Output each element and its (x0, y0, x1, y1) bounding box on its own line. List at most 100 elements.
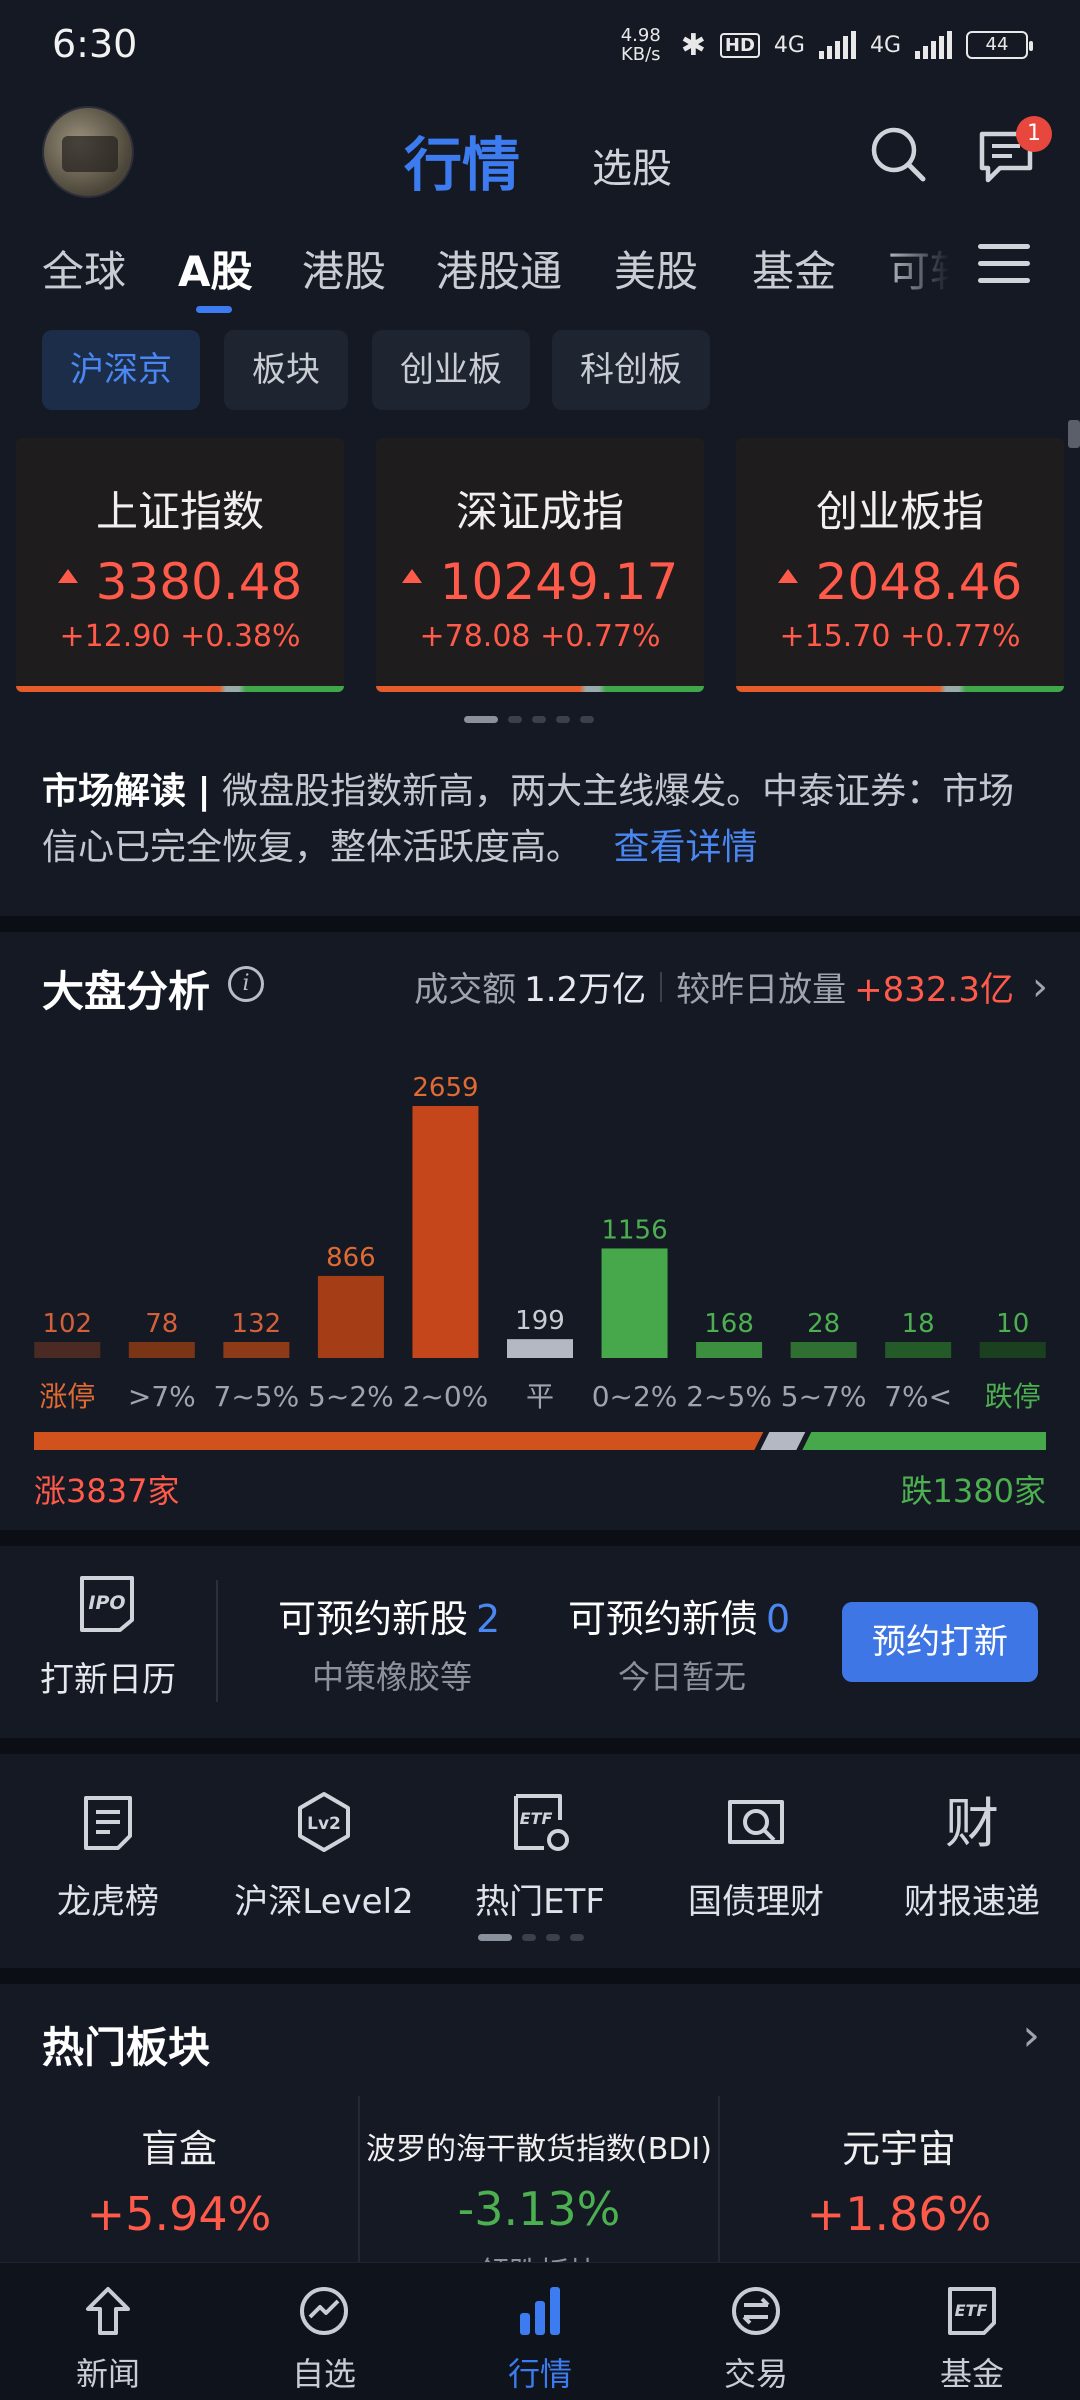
up-arrow-icon (57, 568, 78, 583)
report-icon: 财 (945, 1792, 999, 1855)
index-card-chinext[interactable]: 创业板指 2048.46 +15.70 +0.77% (736, 438, 1064, 692)
tab-stock-picker-header[interactable]: 选股 (592, 136, 672, 194)
bar-value-label: 18 (902, 1309, 935, 1339)
subscribe-ipo-button[interactable]: 预约打新 (842, 1602, 1038, 1682)
tab-fade (880, 226, 980, 306)
menu-icon[interactable] (978, 244, 1030, 288)
market-analysis-title: 大盘分析 (42, 967, 211, 1016)
signal-icon (818, 31, 856, 59)
shortcut-dragon-tiger[interactable]: 龙虎榜 (8, 1790, 208, 1923)
new-stocks-sub: 中策橡胶等 (312, 1658, 473, 1696)
market-reading-separator: | (197, 771, 211, 812)
hot-sector-item[interactable]: 盲盒 +5.94% 领涨板块 (0, 2092, 358, 2262)
turnover-label: 成交额 (414, 970, 517, 1010)
index-change: +15.70 (779, 619, 891, 654)
shortcut-hot-etf[interactable]: ETF 热门ETF (440, 1790, 640, 1923)
nav-label: 新闻 (75, 2355, 140, 2393)
info-icon[interactable]: i (228, 966, 264, 1002)
nav-trade[interactable]: 交易 (656, 2283, 856, 2395)
message-badge: 1 (1016, 116, 1052, 152)
status-icons: 4.98 KB/s ✱ HD 4G 4G 44 (615, 25, 1033, 65)
bar-value-label: 866 (326, 1243, 376, 1273)
index-card-shenzhen[interactable]: 深证成指 10249.17 +78.08 +0.77% (376, 438, 704, 692)
subtab-chinext[interactable]: 创业板 (372, 330, 530, 410)
flat-segment (760, 1432, 806, 1450)
category-label: 跌停 (985, 1380, 1041, 1413)
ipo-calendar-label[interactable]: 打新日历 (40, 1652, 176, 1701)
shortcut-treasury[interactable]: 国债理财 (656, 1790, 856, 1923)
watchlist-icon (300, 2287, 348, 2335)
volume-label: 较昨日放量 (676, 970, 847, 1010)
shortcut-earnings[interactable]: 财 财报速递 (872, 1790, 1072, 1923)
sector-sub: 领涨板块 (0, 2253, 358, 2262)
bar-value-label: 168 (704, 1309, 754, 1339)
network-type-b: 4G (869, 32, 901, 58)
scrollbar[interactable] (1068, 420, 1080, 448)
tab-global[interactable]: 全球 (42, 238, 126, 299)
news-icon (86, 2287, 130, 2335)
category-label: 7%< (884, 1380, 952, 1413)
meta-divider (660, 971, 663, 1002)
bar-value-label: 10 (996, 1309, 1029, 1339)
index-card-shanghai[interactable]: 上证指数 3380.48 +12.90 +0.38% (16, 438, 344, 692)
down-segment (802, 1432, 1046, 1450)
bar-value-label: 199 (515, 1306, 565, 1336)
bar-value-label: 78 (145, 1309, 178, 1339)
index-value: 10249.17 (439, 553, 679, 611)
index-name: 上证指数 (95, 487, 264, 536)
category-label: 5~7% (781, 1380, 867, 1413)
tab-hk[interactable]: 港股 (302, 238, 386, 299)
ipo-icon[interactable]: IPO (76, 1574, 138, 1634)
net-speed: 4.98 KB/s (620, 25, 661, 65)
subtab-shanghai-shenzhen-beijing[interactable]: 沪深京 (42, 330, 200, 410)
new-stocks[interactable]: 可预约新股 2 (278, 1588, 500, 1643)
tab-fund[interactable]: 基金 (752, 238, 836, 299)
market-reading-text: 微盘股指数新高，两大主线爆发。中泰证券：市场信心已完全恢复，整体活跃度高。 (42, 771, 1015, 868)
etf-icon: ETF (514, 1794, 569, 1851)
nav-watchlist[interactable]: 自选 (224, 2283, 424, 2395)
nav-fund[interactable]: ETF 基金 (872, 2283, 1072, 2395)
nav-label: 基金 (939, 2355, 1004, 2393)
index-card-bar (736, 686, 1064, 692)
section-divider (0, 916, 1080, 932)
hot-sector-item[interactable]: 波罗的海干散货指数(BDI) -3.13% 领跌板块 (360, 2092, 718, 2262)
category-label: 7~5% (214, 1380, 300, 1413)
hot-sector-item[interactable]: 元宇宙 +1.86% 资金净流入最多 (720, 2092, 1078, 2262)
nav-market[interactable]: 行情 (440, 2283, 640, 2395)
tab-a-share[interactable]: A股 (178, 238, 253, 299)
bar-7 (696, 1342, 763, 1358)
bar-1 (128, 1342, 195, 1358)
market-reading[interactable]: 市场解读 | 微盘股指数新高，两大主线爆发。中泰证券：市场信心已完全恢复，整体活… (42, 764, 1042, 876)
shortcut-level2[interactable]: Lv2 沪深Level2 (224, 1790, 424, 1923)
subtab-sector[interactable]: 板块 (224, 330, 348, 410)
tab-hk-connect[interactable]: 港股通 (436, 238, 562, 299)
bar-value-label: 102 (42, 1309, 92, 1339)
shortcut-dots (478, 1934, 584, 1941)
distribution-chart: 102 涨停 78 >7% 132 7~5% 866 5~2% 2659 2~0% 199 平 1156… (34, 1073, 1046, 1413)
new-bonds-label: 可预约新债 (568, 1597, 759, 1641)
market-analysis-summary[interactable]: 成交额 1.2万亿 较昨日放量 +832.3亿 › (414, 962, 1048, 1011)
search-icon[interactable] (868, 124, 928, 184)
category-label: >7% (128, 1380, 196, 1413)
avatar[interactable] (42, 106, 134, 198)
svg-text:ETF: ETF (520, 1809, 553, 1828)
nav-news[interactable]: 新闻 (8, 2283, 208, 2395)
svg-text:财: 财 (945, 1792, 999, 1854)
view-details-link[interactable]: 查看详情 (613, 827, 757, 868)
svg-text:ETF: ETF (955, 2301, 988, 2320)
bar-2 (223, 1342, 290, 1358)
sector-name: 盲盒 (140, 2127, 217, 2171)
index-card-bar (376, 686, 704, 692)
bar-8 (790, 1342, 857, 1358)
chevron-right-icon[interactable]: › (1022, 2010, 1040, 2061)
hot-sectors-title: 热门板块 (42, 2023, 211, 2072)
new-bonds[interactable]: 可预约新债 0 (568, 1588, 790, 1643)
sector-sub: 资金净流入最多 (720, 2253, 1078, 2262)
bluetooth-icon: ✱ (680, 27, 706, 63)
category-label: 涨停 (39, 1380, 95, 1413)
tab-market-header[interactable]: 行情 (404, 118, 520, 202)
nav-label: 行情 (507, 2355, 572, 2393)
subtab-star-market[interactable]: 科创板 (552, 330, 710, 410)
sector-pct: +1.86% (806, 2187, 992, 2241)
tab-us[interactable]: 美股 (614, 238, 698, 299)
